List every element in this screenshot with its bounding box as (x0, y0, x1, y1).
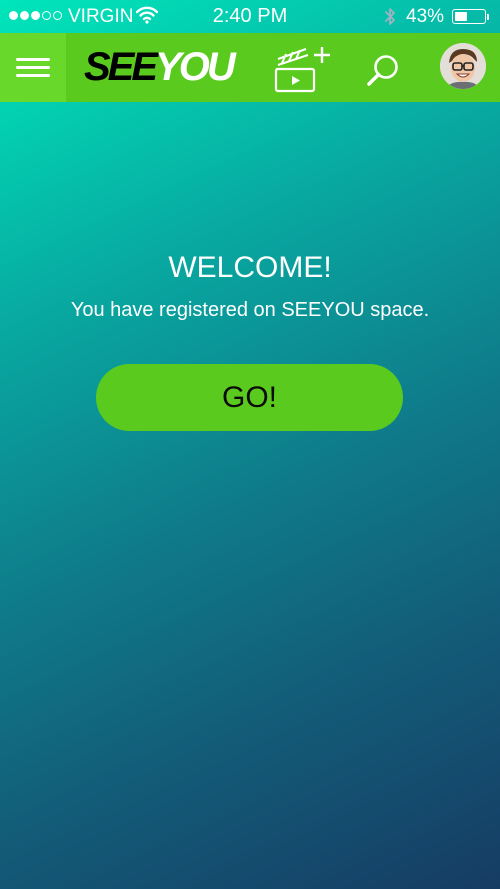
battery-percent: 43% (406, 6, 445, 27)
battery-icon (452, 9, 486, 24)
logo-you: YOU (155, 45, 236, 89)
battery-level-fill (455, 12, 467, 21)
go-button[interactable]: GO! (96, 364, 403, 431)
new-video-button[interactable] (272, 41, 332, 93)
user-avatar[interactable] (440, 43, 486, 89)
hamburger-line (16, 66, 50, 69)
clapperboard-plus-icon (274, 47, 330, 93)
logo-see: SEE (84, 45, 158, 89)
search-icon (367, 55, 398, 86)
menu-button[interactable] (0, 33, 66, 102)
seeyou-logo[interactable]: SEE YOU (84, 45, 236, 89)
welcome-title: WELCOME! (168, 251, 332, 284)
status-bar: VIRGIN 2:40 PM 43% (0, 0, 500, 33)
search-button[interactable] (365, 53, 401, 89)
top-nav-bar: SEE YOU (0, 33, 500, 102)
bluetooth-icon (383, 6, 397, 34)
hamburger-menu-icon (16, 58, 50, 61)
hamburger-line (16, 74, 50, 77)
battery-tip (487, 14, 489, 20)
welcome-subtitle: You have registered on SEEYOU space. (70, 299, 430, 321)
